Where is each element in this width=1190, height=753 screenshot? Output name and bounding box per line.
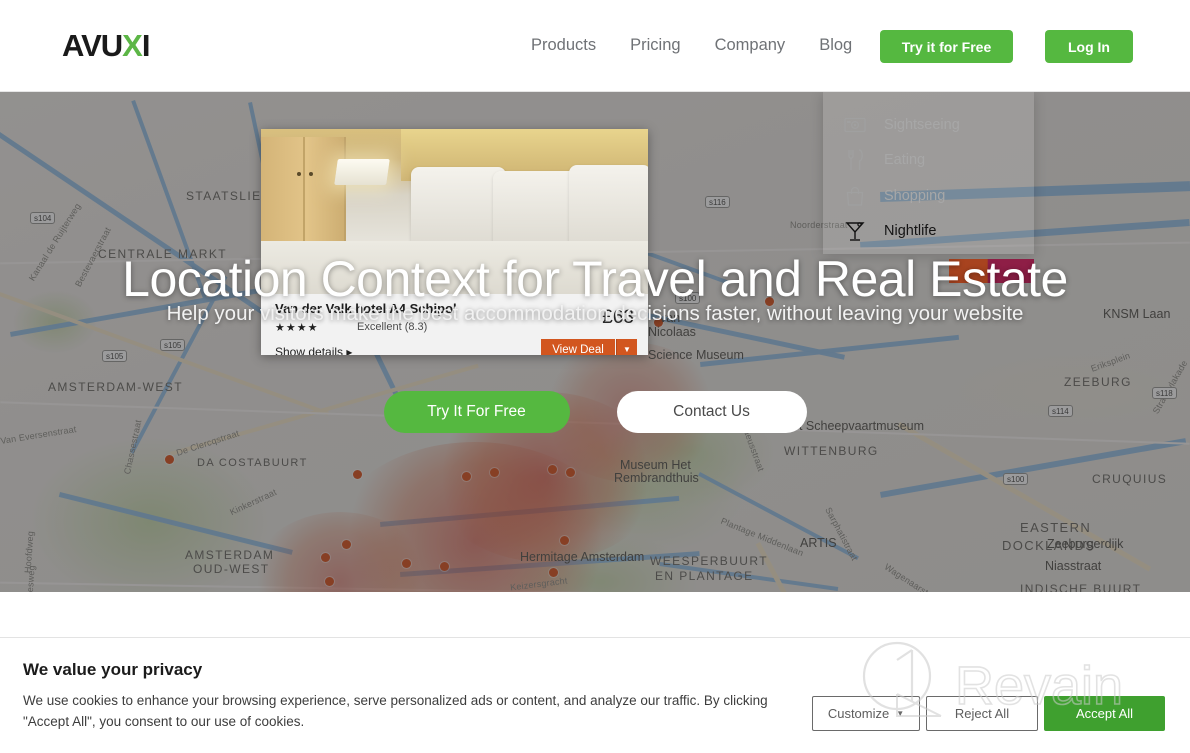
shopping-bag-icon [843,184,867,208]
logo-accent-x: X [122,28,143,63]
hero-cta-group: Try It For Free Contact Us [0,391,1190,433]
wardrobe-knob [297,172,301,176]
cookie-banner-title: We value your privacy [23,660,203,679]
main-nav: Products Pricing Company Blog [531,36,886,55]
category-item-eating[interactable]: Eating [823,142,1034,178]
cookie-button-group: Customize ▼ Reject All Accept All [812,696,1165,731]
pillow [569,165,648,245]
cocktail-glass-icon [843,219,867,243]
wardrobe [261,137,346,257]
nav-item-products[interactable]: Products [531,36,613,55]
cookie-customize-button[interactable]: Customize ▼ [812,696,920,731]
category-item-nightlife[interactable]: Nightlife [823,213,1034,249]
header-login-button[interactable]: Log In [1045,30,1133,63]
category-label: Eating [884,152,926,168]
category-item-sightseeing[interactable]: Sightseeing [823,107,1034,143]
category-item-shopping[interactable]: Shopping [823,178,1034,214]
nav-item-blog[interactable]: Blog [819,36,869,55]
bedside-lamp [334,159,390,185]
header-try-free-button[interactable]: Try it for Free [880,30,1013,63]
nav-item-pricing[interactable]: Pricing [630,36,697,55]
camera-icon [843,113,867,137]
cookie-customize-label: Customize [827,706,890,721]
cookie-consent-banner: We value your privacy We use cookies to … [0,637,1190,753]
pillow [411,167,506,245]
show-details-link[interactable]: Show details ▸ [275,345,352,355]
view-deal-button[interactable]: View Deal [541,339,615,355]
hero-contact-button[interactable]: Contact Us [616,391,807,433]
category-label: Sightseeing [884,117,960,133]
avuxi-logo[interactable]: AVUXI [62,28,151,63]
site-header: AVUXI Products Pricing Company Blog Try … [0,0,1190,92]
category-label: Shopping [884,188,946,204]
logo-text-part1: AVU [62,28,123,63]
logo-text-part2: I [141,28,151,63]
hero-section: STAATSLIEDENBUURTCENTRALE MARKTAMSTERDAM… [0,92,1190,592]
nav-item-company[interactable]: Company [715,36,803,55]
cookie-banner-body: We use cookies to enhance your browsing … [23,693,768,729]
cookie-reject-all-button[interactable]: Reject All [926,696,1038,731]
page-root: AVUXI Products Pricing Company Blog Try … [0,0,1190,753]
fork-knife-icon [843,148,867,172]
category-label: Nightlife [884,223,937,239]
hero-try-free-button[interactable]: Try It For Free [383,391,570,433]
category-panel: Sightseeing Eating Shopping Nightlife [823,92,1034,254]
view-deal-dropdown-caret[interactable]: ▼ [616,339,637,355]
content-gap [0,592,1190,637]
wardrobe-knob [309,172,313,176]
chevron-down-icon: ▼ [896,709,905,718]
cookie-accept-all-button[interactable]: Accept All [1044,696,1165,731]
hero-subtitle: Help your visitors make the best accommo… [166,302,1024,325]
page-title: Location Context for Travel and Real Est… [122,251,1068,307]
